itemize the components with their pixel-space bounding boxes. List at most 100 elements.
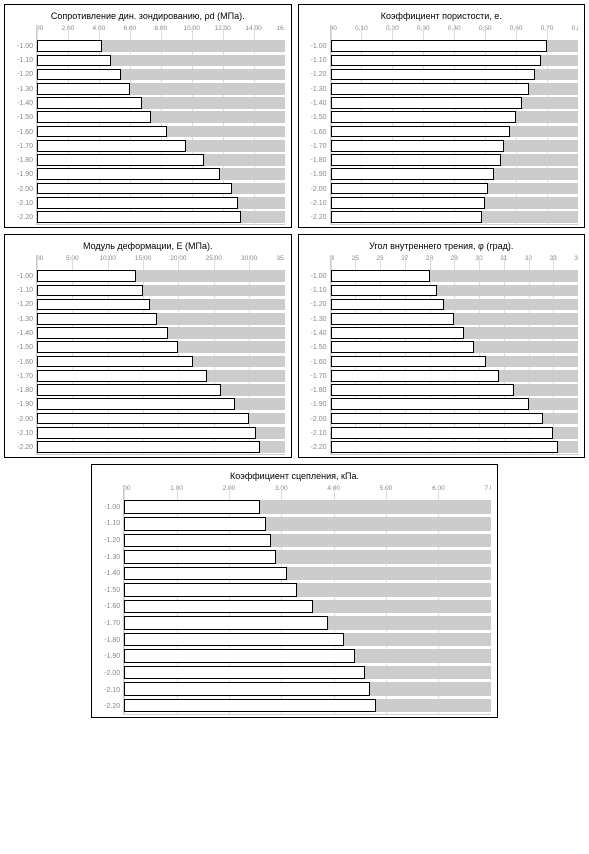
bar bbox=[37, 341, 178, 353]
y-tick-label: -1.00 bbox=[305, 39, 327, 53]
bar bbox=[331, 370, 499, 382]
bar bbox=[37, 40, 102, 52]
y-tick-label: -1.00 bbox=[98, 499, 120, 516]
bar-background-fill bbox=[328, 616, 490, 630]
bars-container bbox=[331, 269, 579, 454]
y-axis-labels: -1.00-1.10-1.20-1.30-1.40-1.50-1.60-1.70… bbox=[11, 25, 36, 225]
chart-e: Коэффициент пористости, е.-1.00-1.10-1.2… bbox=[298, 4, 586, 228]
bar-background-fill bbox=[287, 567, 491, 581]
bars-container bbox=[37, 39, 285, 224]
bar-row bbox=[331, 312, 579, 326]
bar bbox=[124, 550, 276, 564]
bar-row bbox=[331, 153, 579, 167]
bar-row bbox=[331, 53, 579, 67]
bar bbox=[331, 413, 544, 425]
bar-background-fill bbox=[207, 370, 285, 382]
bar bbox=[37, 140, 186, 152]
y-tick-label: -1.50 bbox=[98, 582, 120, 599]
bar bbox=[331, 97, 523, 109]
bar-row bbox=[37, 110, 285, 124]
bar bbox=[331, 299, 445, 311]
bar-row bbox=[37, 397, 285, 411]
y-tick-label: -2.10 bbox=[305, 196, 327, 210]
y-tick-label: -2.00 bbox=[305, 182, 327, 196]
y-axis-labels: -1.00-1.10-1.20-1.30-1.40-1.50-1.60-1.70… bbox=[305, 255, 330, 455]
bar bbox=[37, 197, 238, 209]
plot-area: 0.002.004.006.008.0010.0012.0014.0016.00 bbox=[36, 25, 285, 225]
y-tick-label: -1.20 bbox=[305, 68, 327, 82]
chart-title: Коэффициент сцепления, кПа. bbox=[98, 471, 491, 481]
bar-background-fill bbox=[313, 600, 491, 614]
bar-row bbox=[331, 181, 579, 195]
y-tick-label: -1.10 bbox=[305, 283, 327, 297]
y-tick-label: -1.10 bbox=[98, 516, 120, 533]
bar-row bbox=[331, 383, 579, 397]
bar-background-fill bbox=[504, 140, 578, 152]
y-tick-label: -1.10 bbox=[11, 283, 33, 297]
bar bbox=[331, 168, 495, 180]
bar-background-fill bbox=[151, 111, 284, 123]
x-axis-ticks: 0.005.0010.0015.0020.0025.0030.0035.00 bbox=[37, 255, 285, 267]
bar bbox=[37, 154, 204, 166]
bar-background-fill bbox=[130, 83, 285, 95]
bar bbox=[37, 299, 150, 311]
bar bbox=[124, 517, 265, 531]
bar bbox=[331, 140, 504, 152]
bar-background-fill bbox=[271, 534, 491, 548]
bar-row bbox=[124, 697, 491, 714]
bar-row bbox=[331, 139, 579, 153]
y-tick-label: -2.00 bbox=[11, 412, 33, 426]
bar bbox=[37, 97, 142, 109]
bar bbox=[37, 313, 157, 325]
y-tick-label: -1.80 bbox=[305, 154, 327, 168]
bar-background-fill bbox=[260, 441, 285, 453]
y-tick-label: -1.80 bbox=[305, 384, 327, 398]
bar-background-fill bbox=[276, 550, 491, 564]
y-tick-label: -1.90 bbox=[98, 648, 120, 665]
bar-background-fill bbox=[535, 69, 578, 81]
bar-background-fill bbox=[529, 83, 579, 95]
bar bbox=[37, 413, 249, 425]
bar-row bbox=[331, 110, 579, 124]
bar bbox=[331, 427, 554, 439]
bar bbox=[331, 398, 529, 410]
bar bbox=[124, 649, 354, 663]
bar bbox=[331, 126, 510, 138]
bar-background-fill bbox=[193, 356, 285, 368]
bar bbox=[124, 633, 344, 647]
bar bbox=[331, 111, 517, 123]
y-axis-labels: -1.00-1.10-1.20-1.30-1.40-1.50-1.60-1.70… bbox=[11, 255, 36, 455]
bar-background-fill bbox=[501, 154, 578, 166]
bar-background-fill bbox=[167, 126, 285, 138]
bar-row bbox=[331, 297, 579, 311]
y-tick-label: -1.30 bbox=[11, 82, 33, 96]
bar-row bbox=[37, 196, 285, 210]
bar-background-fill bbox=[553, 427, 578, 439]
y-tick-label: -1.20 bbox=[305, 298, 327, 312]
bar bbox=[331, 197, 486, 209]
y-tick-label: -2.10 bbox=[305, 426, 327, 440]
bar-row bbox=[124, 598, 491, 615]
y-tick-label: -2.00 bbox=[98, 665, 120, 682]
y-tick-label: -1.60 bbox=[305, 125, 327, 139]
bar-background-fill bbox=[516, 111, 578, 123]
plot-area: 0.005.0010.0015.0020.0025.0030.0035.00 bbox=[36, 255, 285, 455]
bar bbox=[37, 441, 260, 453]
bar bbox=[331, 313, 455, 325]
bar-row bbox=[37, 269, 285, 283]
y-tick-label: -1.70 bbox=[11, 139, 33, 153]
chart-title: Сопротивление дин. зондированию, ρd (МПа… bbox=[11, 11, 285, 21]
bar-row bbox=[37, 411, 285, 425]
y-tick-label: -1.00 bbox=[305, 269, 327, 283]
bar-row bbox=[37, 67, 285, 81]
bar bbox=[331, 40, 548, 52]
y-tick-label: -1.70 bbox=[98, 615, 120, 632]
plot-area: 0,000,100,200,300,400,500,600,700,80 bbox=[330, 25, 579, 225]
bar-row bbox=[37, 124, 285, 138]
bar-background-fill bbox=[235, 398, 285, 410]
bar-row bbox=[124, 648, 491, 665]
bar bbox=[37, 270, 136, 282]
bar-row bbox=[37, 39, 285, 53]
bar-row bbox=[331, 426, 579, 440]
y-tick-label: -2.20 bbox=[98, 698, 120, 715]
